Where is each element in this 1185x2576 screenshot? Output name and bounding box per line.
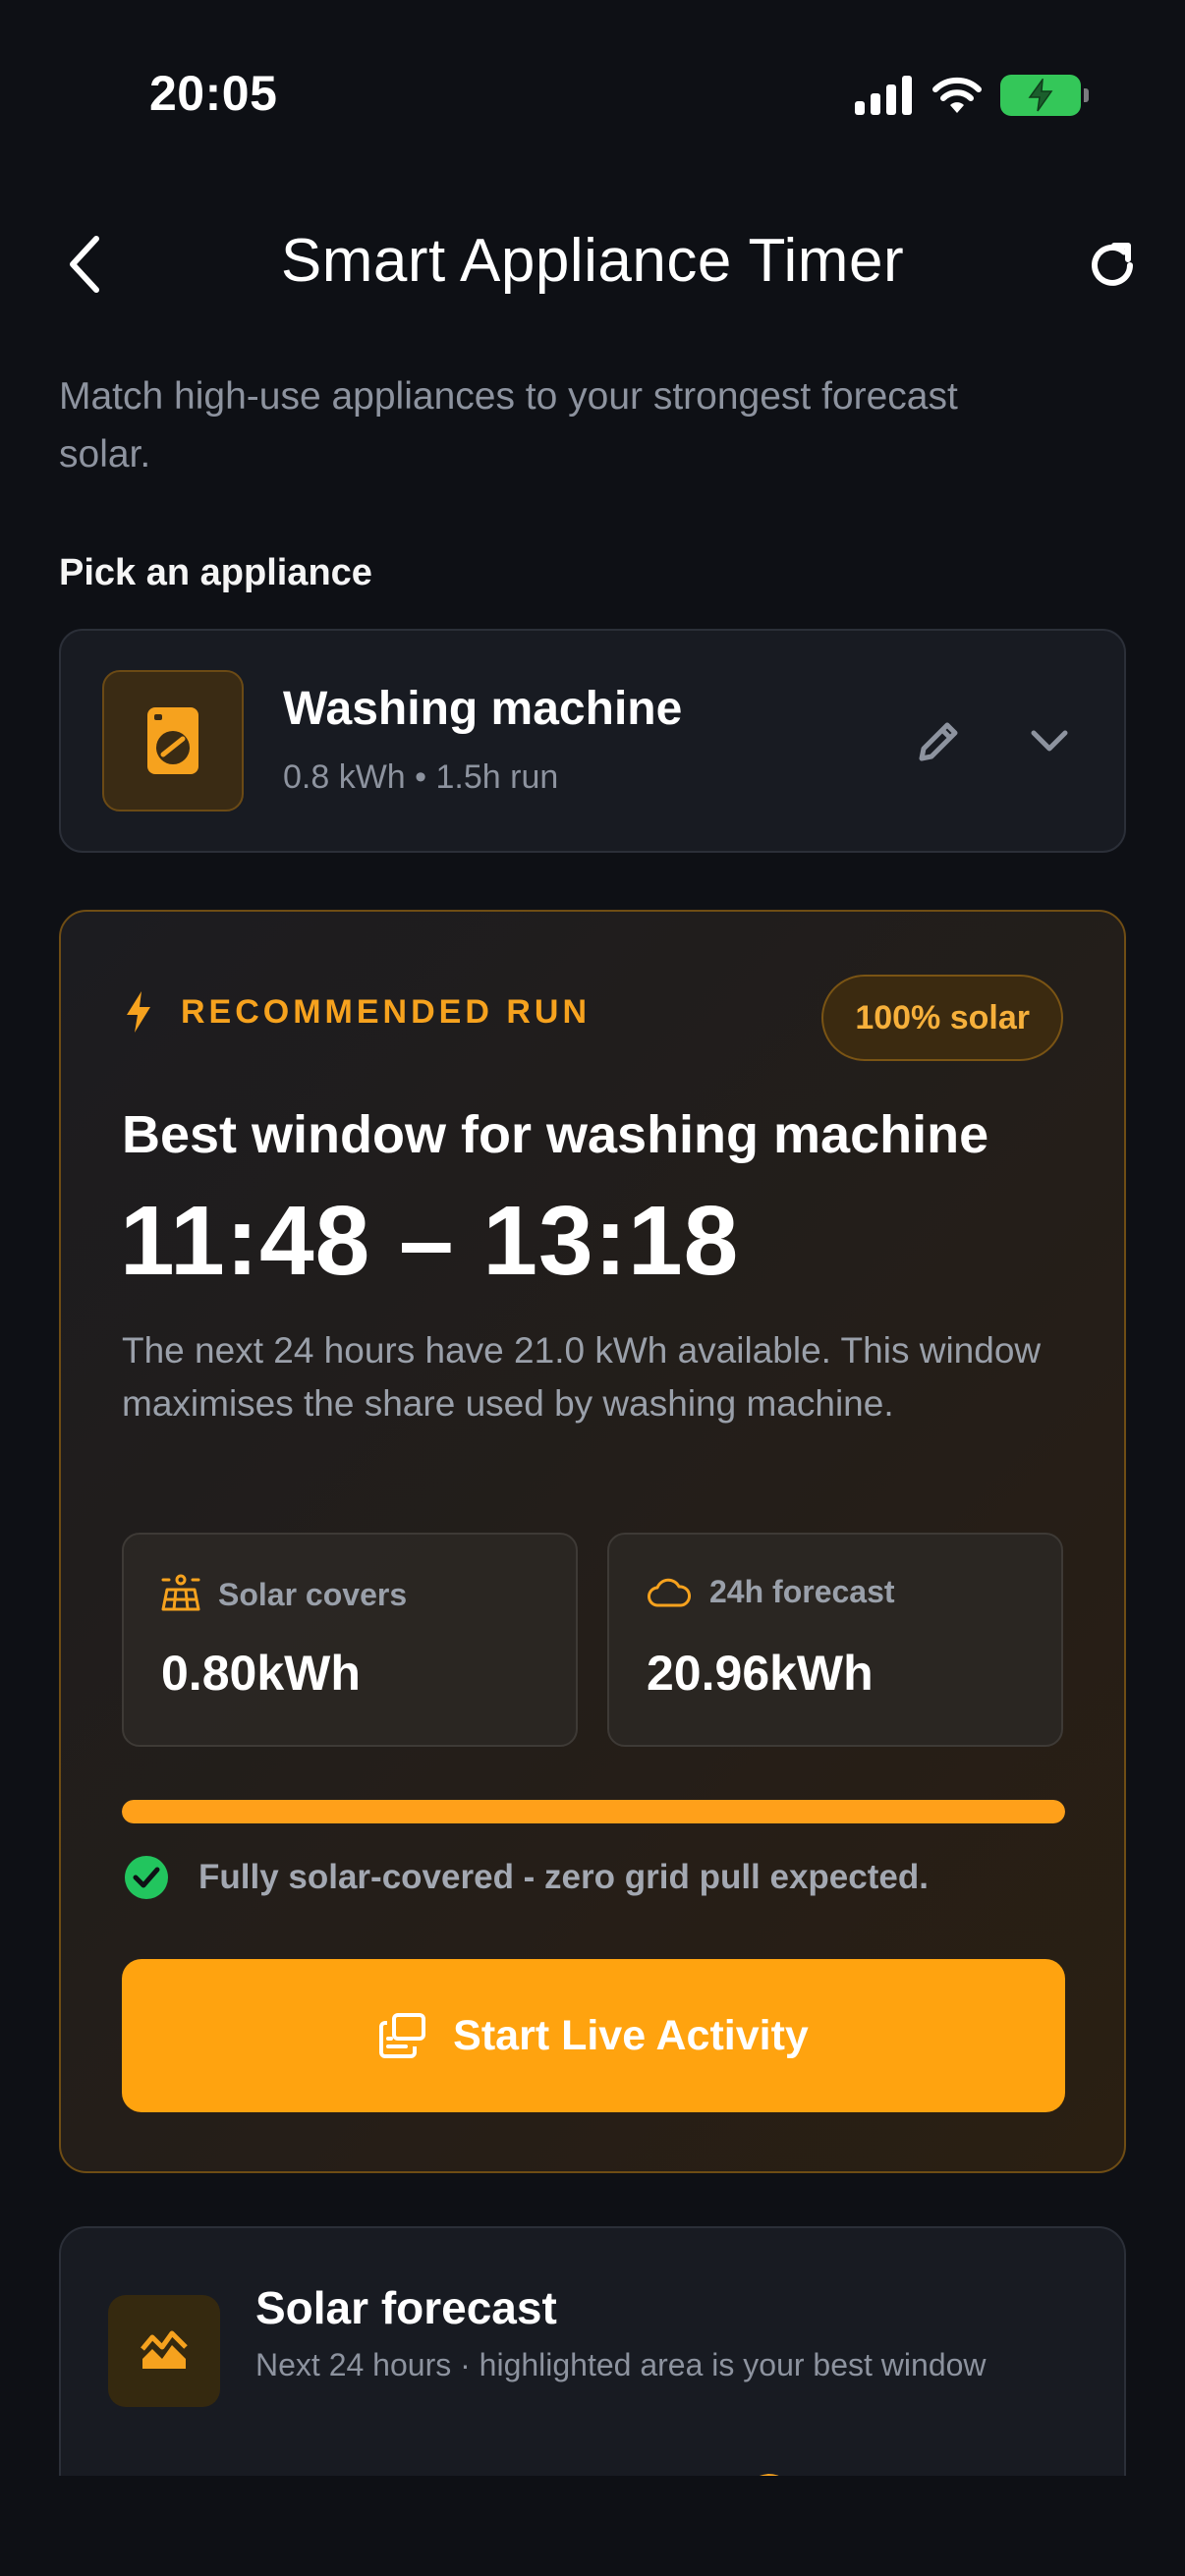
washing-machine-icon [147,707,198,774]
cloud-icon [648,1578,691,1606]
wifi-icon [932,77,982,113]
status-icons [855,75,1089,116]
status-time: 20:05 [149,66,278,121]
pencil-icon [919,722,958,761]
recommendation-title: Best window for washing machine [122,1105,989,1164]
refresh-button[interactable] [1079,232,1146,299]
stat-label: Solar covers [218,1576,408,1612]
appliance-picker[interactable]: Washing machine 0.8 kWh • 1.5h run [59,629,1126,853]
solar-panel-icon [161,1574,200,1611]
stat-value: 0.80kWh [161,1646,361,1701]
forecast-24h-stat: 24h forecast 20.96kWh [607,1533,1063,1747]
start-live-activity-label: Start Live Activity [453,2011,809,2059]
stat-label: 24h forecast [709,1574,895,1609]
edit-appliance-button[interactable] [908,709,971,772]
forecast-subtitle: Next 24 hours · highlighted area is your… [255,2347,987,2382]
live-activity-icon [379,2013,426,2058]
solar-share-badge: 100% solar [821,975,1063,1061]
forecast-title: Solar forecast [255,2282,557,2333]
solar-coverage-progress [122,1800,1065,1823]
appliance-icon-box [102,670,244,812]
start-live-activity-button[interactable]: Start Live Activity [122,1959,1065,2112]
page-title: Smart Appliance Timer [280,227,905,295]
recommended-run-card: RECOMMENDED RUN 100% solar Best window f… [59,910,1126,2173]
refresh-icon [1092,243,1133,286]
solar-chart-icon [141,2330,188,2369]
stat-value: 20.96kWh [647,1646,874,1701]
recommendation-description: The next 24 hours have 21.0 kWh availabl… [122,1330,1042,1424]
appliance-meta: 0.8 kWh • 1.5h run [283,758,559,796]
check-circle-icon [125,1856,168,1899]
recommended-run-label: RECOMMENDED RUN [181,992,591,1031]
page-subtitle: Match high-use appliances to your strong… [59,375,958,476]
appliance-name: Washing machine [283,683,683,735]
forecast-icon-box [108,2295,220,2407]
appliance-dropdown-button[interactable] [1018,709,1081,772]
solar-coverage-note: Fully solar-covered - zero grid pull exp… [124,1855,929,1900]
app-screen: 20:05 Smart Appliance Timer Match high-u… [0,0,1185,2576]
appliance-section-label: Pick an appliance [59,552,372,593]
nav-header: Smart Appliance Timer [0,196,1185,334]
solar-covers-stat: Solar covers 0.80kWh [122,1533,578,1747]
solar-coverage-progress-fill [122,1800,1065,1823]
chevron-down-icon [1031,730,1068,752]
recommended-run-header: RECOMMENDED RUN [124,990,591,1034]
battery-charging-icon [1000,75,1089,116]
lightning-bolt-icon [127,991,150,1033]
bottom-safe-area [0,2476,1185,2576]
status-bar: 20:05 [0,0,1185,196]
recommended-time-window: 11:48 – 13:18 [120,1186,740,1296]
solar-note-text: Fully solar-covered - zero grid pull exp… [198,1858,929,1896]
cellular-signal-icon [855,76,912,115]
